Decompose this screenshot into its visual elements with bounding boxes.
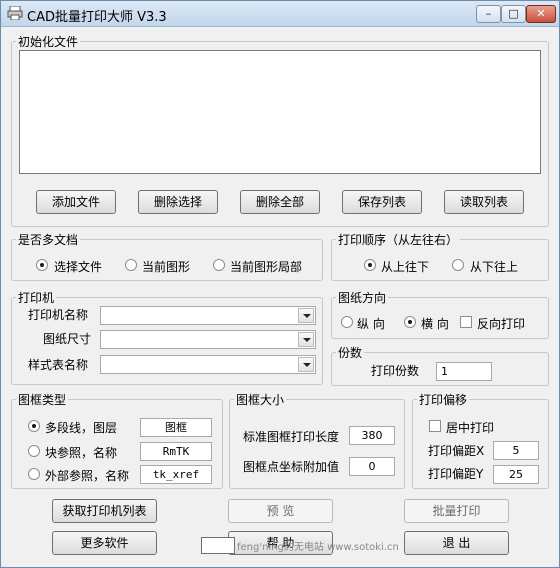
style-table-select[interactable] xyxy=(100,355,316,374)
window-title: CAD批量打印大师 V3.3 xyxy=(27,10,167,25)
xref-name-input[interactable]: tk_xref xyxy=(140,465,212,484)
delete-all-button[interactable]: 删除全部 xyxy=(240,190,320,214)
current-drawing-partial-radio[interactable] xyxy=(213,259,225,271)
orientation-legend: 图纸方向 xyxy=(338,291,387,305)
offset-y-label: 打印偏距Y xyxy=(428,467,484,481)
copies-label: 打印份数 xyxy=(371,364,420,378)
landscape-radio[interactable] xyxy=(404,316,416,328)
center-print-label: 居中打印 xyxy=(446,421,495,435)
exit-button[interactable]: 退 出 xyxy=(404,531,509,555)
block-ref-radio[interactable] xyxy=(28,445,40,457)
save-list-button[interactable]: 保存列表 xyxy=(342,190,422,214)
main-window: CAD批量打印大师 V3.3 – □ ✕ 初始化文件 添加文件 删除选择 删除全… xyxy=(0,0,560,568)
std-length-input[interactable]: 380 xyxy=(349,426,395,445)
delete-selected-button[interactable]: 删除选择 xyxy=(138,190,218,214)
layer-name-input[interactable]: 图框 xyxy=(140,418,212,437)
batch-print-button[interactable]: 批量打印 xyxy=(404,499,509,523)
offset-y-input[interactable]: 25 xyxy=(493,465,539,484)
frame-type-legend: 图框类型 xyxy=(18,393,67,407)
watermark-text: feng'ning的无电站 www.sotoki.cn xyxy=(237,542,399,553)
preview-button[interactable]: 预 览 xyxy=(228,499,333,523)
select-file-label: 选择文件 xyxy=(54,260,103,274)
frame-size-legend: 图框大小 xyxy=(236,393,285,407)
offset-input[interactable]: 0 xyxy=(349,457,395,476)
minimize-button[interactable]: – xyxy=(476,5,501,23)
center-print-checkbox[interactable] xyxy=(429,420,441,432)
copies-legend: 份数 xyxy=(338,346,363,360)
add-file-button[interactable]: 添加文件 xyxy=(36,190,116,214)
current-drawing-label: 当前图形 xyxy=(142,260,191,274)
polyline-layer-radio[interactable] xyxy=(28,420,40,432)
chevron-down-icon[interactable] xyxy=(298,357,314,372)
bottom-up-radio[interactable] xyxy=(452,259,464,271)
close-button[interactable]: ✕ xyxy=(526,5,556,23)
landscape-label: 横 向 xyxy=(421,317,449,331)
top-down-radio[interactable] xyxy=(364,259,376,271)
load-list-button[interactable]: 读取列表 xyxy=(444,190,524,214)
xref-radio[interactable] xyxy=(28,468,40,480)
block-ref-label: 块参照，名称 xyxy=(45,446,118,460)
offset-x-label: 打印偏距X xyxy=(428,444,485,458)
more-software-button[interactable]: 更多软件 xyxy=(52,531,157,555)
xref-label: 外部参照，名称 xyxy=(45,469,130,483)
current-drawing-partial-label: 当前图形局部 xyxy=(230,260,303,274)
reverse-print-label: 反向打印 xyxy=(477,317,526,331)
style-table-label: 样式表名称 xyxy=(28,358,89,372)
portrait-label: 纵 向 xyxy=(357,317,385,331)
printer-name-select[interactable] xyxy=(100,306,316,325)
printer-legend: 打印机 xyxy=(18,291,55,305)
init-files-legend: 初始化文件 xyxy=(18,35,79,49)
small-input-box[interactable] xyxy=(201,537,235,554)
app-printer-icon xyxy=(7,6,23,20)
select-file-radio[interactable] xyxy=(36,259,48,271)
offset-x-input[interactable]: 5 xyxy=(493,441,539,460)
print-offset-legend: 打印偏移 xyxy=(419,393,468,407)
chevron-down-icon[interactable] xyxy=(298,332,314,347)
multi-doc-legend: 是否多文档 xyxy=(18,233,79,247)
maximize-button[interactable]: □ xyxy=(501,5,526,23)
top-down-label: 从上往下 xyxy=(381,260,430,274)
polyline-layer-label: 多段线，图层 xyxy=(45,421,118,435)
offset-label: 图框点坐标附加值 xyxy=(243,460,340,474)
portrait-radio[interactable] xyxy=(341,316,353,328)
paper-size-label: 图纸尺寸 xyxy=(43,332,92,346)
block-name-input[interactable]: RmTK xyxy=(140,442,212,461)
title-bar[interactable]: CAD批量打印大师 V3.3 – □ ✕ xyxy=(1,1,559,27)
copies-input[interactable]: 1 xyxy=(436,362,492,381)
chevron-down-icon[interactable] xyxy=(298,308,314,323)
reverse-print-checkbox[interactable] xyxy=(460,316,472,328)
print-order-legend: 打印顺序（从左往右） xyxy=(338,233,459,247)
current-drawing-radio[interactable] xyxy=(125,259,137,271)
printer-name-label: 打印机名称 xyxy=(28,308,89,322)
bottom-up-label: 从下往上 xyxy=(470,260,519,274)
file-list[interactable] xyxy=(19,50,541,174)
paper-size-select[interactable] xyxy=(100,330,316,349)
get-printers-button[interactable]: 获取打印机列表 xyxy=(52,499,157,523)
std-length-label: 标准图框打印长度 xyxy=(243,430,340,444)
